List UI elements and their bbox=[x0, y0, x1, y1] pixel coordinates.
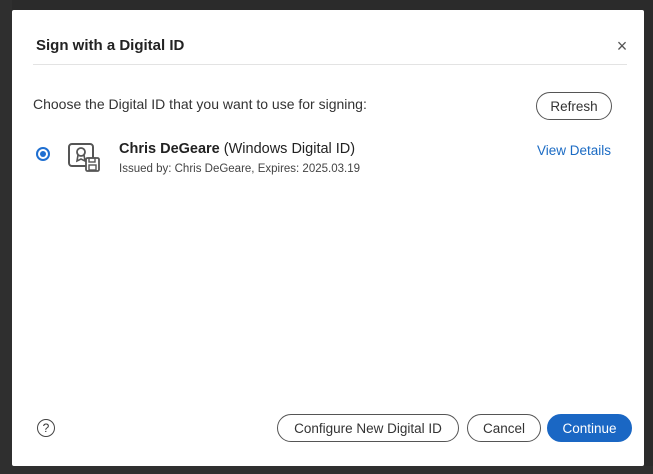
digital-id-name: Chris DeGeare bbox=[119, 141, 220, 157]
cancel-button[interactable]: Cancel bbox=[467, 414, 541, 442]
dialog-title: Sign with a Digital ID bbox=[36, 37, 185, 54]
background-window bbox=[0, 0, 12, 474]
close-icon[interactable]: × bbox=[612, 36, 632, 56]
view-details-link[interactable]: View Details bbox=[537, 143, 611, 158]
refresh-button[interactable]: Refresh bbox=[536, 92, 612, 120]
digital-id-radio[interactable] bbox=[36, 147, 50, 161]
digital-id-name-line: Chris DeGeare (Windows Digital ID) bbox=[119, 141, 355, 157]
background-window-bottom bbox=[0, 466, 653, 474]
continue-button[interactable]: Continue bbox=[547, 414, 632, 442]
digital-id-issued-info: Issued by: Chris DeGeare, Expires: 2025.… bbox=[119, 163, 360, 175]
title-divider bbox=[33, 64, 627, 65]
help-icon[interactable]: ? bbox=[37, 419, 55, 437]
certificate-id-icon bbox=[68, 143, 100, 172]
digital-id-type: (Windows Digital ID) bbox=[223, 141, 356, 157]
configure-new-digital-id-button[interactable]: Configure New Digital ID bbox=[277, 414, 459, 442]
instruction-text: Choose the Digital ID that you want to u… bbox=[33, 96, 367, 112]
sign-digital-id-dialog: Sign with a Digital ID × Choose the Digi… bbox=[12, 10, 644, 466]
